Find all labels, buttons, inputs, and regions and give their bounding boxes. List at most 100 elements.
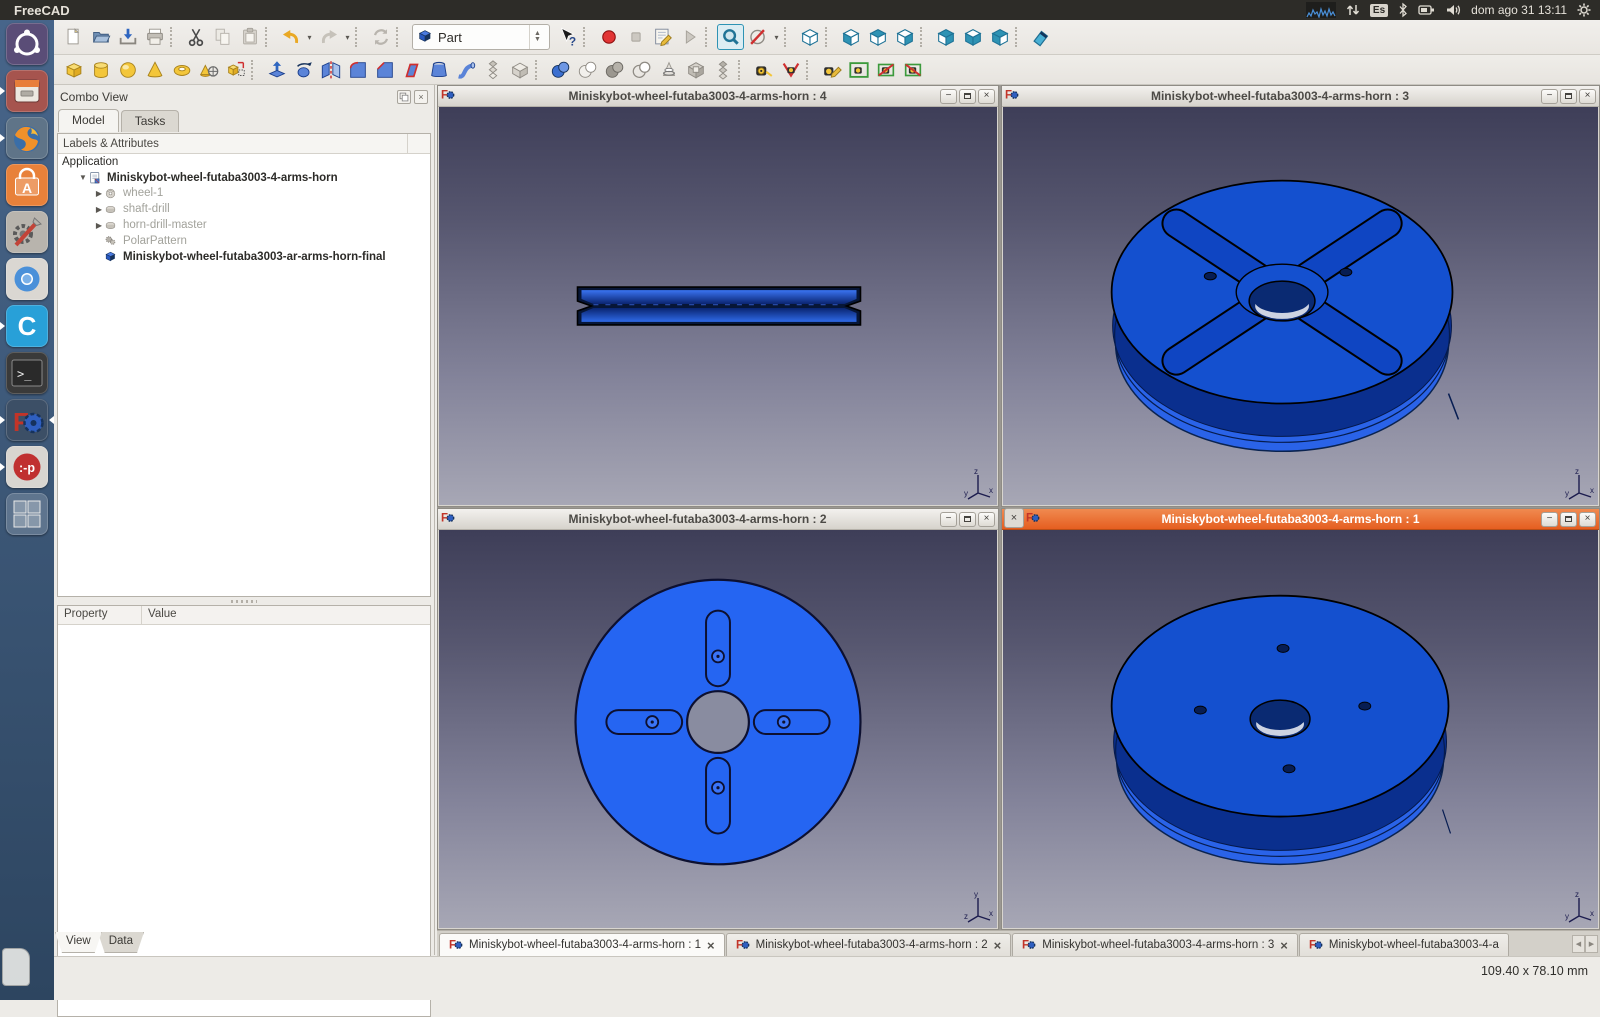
document-tab-1[interactable]: F Miniskybot-wheel-futaba3003-4-arms-hor… (439, 933, 725, 956)
mirror-icon[interactable] (317, 57, 344, 83)
launcher-item-terminal[interactable]: >_ (0, 349, 54, 396)
launcher-item-cura[interactable]: C (0, 302, 54, 349)
macro-play-icon[interactable] (676, 24, 703, 50)
tab-model[interactable]: Model (58, 109, 119, 132)
cut-icon[interactable] (182, 24, 209, 50)
expander-closed-icon[interactable]: ▶ (94, 189, 104, 198)
property-column-header[interactable]: Property (58, 606, 142, 624)
extrude-icon[interactable] (263, 57, 290, 83)
close-button[interactable]: × (978, 512, 995, 527)
tree-item-miniskybot-wheel-futaba3003-4-arms-horn[interactable]: ▼Miniskybot-wheel-futaba3003-4-arms-horn (58, 170, 430, 186)
maximize-button[interactable] (959, 512, 976, 527)
3d-viewport-3[interactable]: z y x (1003, 107, 1598, 505)
subwindow-1-titlebar[interactable]: F Miniskybot-wheel-futaba3003-4-arms-hor… (1002, 509, 1599, 530)
draw-style-icon[interactable] (744, 24, 771, 50)
measure-clear-all-icon[interactable] (818, 57, 845, 83)
tree-item-horn-drill-master[interactable]: ▶horn-drill-master (58, 217, 430, 233)
bluetooth-icon[interactable] (1397, 0, 1409, 20)
background-window-close-button[interactable]: × (1004, 508, 1024, 528)
create-primitives-icon[interactable] (195, 57, 222, 83)
tree-item-wheel-1[interactable]: ▶wheel-1 (58, 186, 430, 202)
ruled-surface-icon[interactable] (398, 57, 425, 83)
primitive-cylinder-icon[interactable] (87, 57, 114, 83)
minimize-button[interactable]: − (940, 512, 957, 527)
offset-icon[interactable] (479, 57, 506, 83)
view-front-icon[interactable] (837, 24, 864, 50)
network-activity-icon[interactable] (1306, 0, 1336, 20)
dropdown-arrow-icon[interactable]: ▾ (304, 24, 315, 50)
launcher-item-freecad[interactable]: F (0, 396, 54, 443)
solid-from-shell-icon[interactable] (709, 57, 736, 83)
document-tab-3[interactable]: F Miniskybot-wheel-futaba3003-4-arms-hor… (1012, 933, 1298, 956)
subwindow-4-titlebar[interactable]: F Miniskybot-wheel-futaba3003-4-arms-hor… (438, 86, 998, 107)
view-right-icon[interactable] (891, 24, 918, 50)
3d-viewport-1[interactable]: z y x (1003, 530, 1598, 928)
measure-angular-icon[interactable] (777, 57, 804, 83)
maximize-button[interactable] (1560, 89, 1577, 104)
tree-item-application[interactable]: Application (58, 154, 430, 170)
boolean-common-icon[interactable] (574, 57, 601, 83)
primitive-torus-icon[interactable] (168, 57, 195, 83)
measure-toggle-3d-icon[interactable] (872, 57, 899, 83)
boolean-union-icon[interactable] (547, 57, 574, 83)
tree-item-shaft-drill[interactable]: ▶shaft-drill (58, 201, 430, 217)
cross-sections-icon[interactable] (655, 57, 682, 83)
fillet-icon[interactable] (344, 57, 371, 83)
thickness-icon[interactable] (506, 57, 533, 83)
tab-view[interactable]: View (55, 932, 102, 953)
tree-item-miniskybot-wheel-futaba3003-ar-arms-horn[interactable]: Miniskybot-wheel-futaba3003-ar-arms-horn… (58, 249, 430, 265)
launcher-item-partial[interactable] (2, 948, 30, 986)
measure-toggle-delta-icon[interactable] (899, 57, 926, 83)
expander-closed-icon[interactable]: ▶ (94, 221, 104, 230)
expander-closed-icon[interactable]: ▶ (94, 205, 104, 214)
loft-icon[interactable] (425, 57, 452, 83)
dropdown-arrow-icon[interactable]: ▾ (342, 24, 353, 50)
panel-close-icon[interactable]: × (414, 90, 428, 104)
copy-icon[interactable] (209, 24, 236, 50)
save-document-icon[interactable] (114, 24, 141, 50)
offset-3d-icon[interactable] (682, 57, 709, 83)
tree-item-polarpattern[interactable]: PolarPattern (58, 233, 430, 249)
panel-float-icon[interactable] (397, 90, 411, 104)
view-axonometric-icon[interactable] (796, 24, 823, 50)
tab-close-icon[interactable]: × (994, 938, 1002, 953)
primitive-sphere-icon[interactable] (114, 57, 141, 83)
view-top-icon[interactable] (864, 24, 891, 50)
subwindow-2-titlebar[interactable]: F Miniskybot-wheel-futaba3003-4-arms-hor… (438, 509, 998, 530)
macro-stop-icon[interactable] (622, 24, 649, 50)
keyboard-layout-indicator[interactable]: Es (1370, 0, 1388, 20)
chamfer-icon[interactable] (371, 57, 398, 83)
launcher-item-chromium[interactable] (0, 255, 54, 302)
print-icon[interactable] (141, 24, 168, 50)
new-document-icon[interactable] (60, 24, 87, 50)
macro-edit-icon[interactable] (649, 24, 676, 50)
clock[interactable]: dom ago 31 13:11 (1471, 0, 1567, 20)
battery-icon[interactable] (1418, 0, 1436, 20)
close-button[interactable]: × (1579, 512, 1596, 527)
minimize-button[interactable]: − (1541, 89, 1558, 104)
workbench-selector[interactable]: Part▲▼ (412, 24, 550, 50)
minimize-button[interactable]: − (1541, 512, 1558, 527)
measure-linear-icon[interactable] (750, 57, 777, 83)
launcher-item-workspace-switcher[interactable] (0, 490, 54, 537)
primitive-cone-icon[interactable] (141, 57, 168, 83)
3d-viewport-4[interactable]: z y x (439, 107, 997, 505)
launcher-item-software-center[interactable]: A (0, 161, 54, 208)
primitive-box-icon[interactable] (60, 57, 87, 83)
launcher-item-dash-home[interactable] (0, 20, 54, 67)
close-button[interactable]: × (1579, 89, 1596, 104)
measure-toggle-all-icon[interactable] (845, 57, 872, 83)
minimize-button[interactable]: − (940, 89, 957, 104)
subwindow-3-titlebar[interactable]: F Miniskybot-wheel-futaba3003-4-arms-hor… (1002, 86, 1599, 107)
shape-builder-icon[interactable] (222, 57, 249, 83)
view-bottom-icon[interactable] (959, 24, 986, 50)
view-fit-all-icon[interactable] (717, 24, 744, 50)
document-tab-4[interactable]: F Miniskybot-wheel-futaba3003-4-a (1299, 933, 1509, 956)
spinner-arrows-icon[interactable]: ▲▼ (529, 25, 545, 49)
refresh-icon[interactable] (367, 24, 394, 50)
tab-close-icon[interactable]: × (707, 938, 715, 953)
session-gear-icon[interactable] (1576, 0, 1592, 20)
maximize-button[interactable] (1560, 512, 1577, 527)
tab-close-icon[interactable]: × (1280, 938, 1288, 953)
undo-icon[interactable] (277, 24, 304, 50)
